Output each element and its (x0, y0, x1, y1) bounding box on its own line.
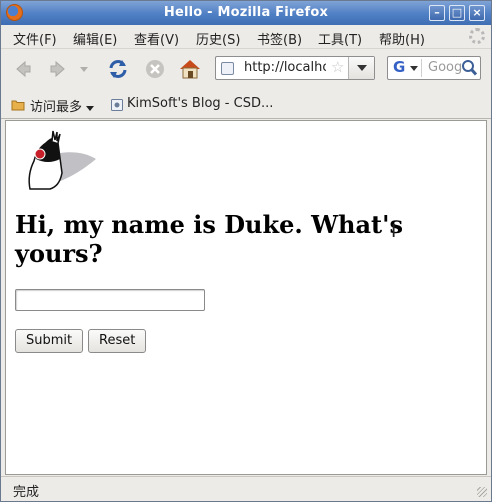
home-icon[interactable] (178, 57, 202, 81)
text-cursor-icon: I (391, 221, 397, 242)
search-bar[interactable]: G Google (387, 56, 481, 80)
forward-icon[interactable] (46, 57, 70, 81)
url-input[interactable]: http://localhost (244, 60, 326, 75)
menu-file[interactable]: 文件(F) (13, 29, 57, 48)
engine-dropdown-icon (410, 66, 418, 71)
browser-window: Hello - Mozilla Firefox – □ × 文件(F) 编辑(E… (0, 0, 492, 502)
menu-bookmarks[interactable]: 书签(B) (257, 29, 302, 48)
page-favicon-icon (221, 62, 234, 75)
page-heading: Hi, my name is Duke. What's yours? (15, 210, 403, 268)
minimize-icon[interactable]: – (429, 5, 445, 21)
name-input[interactable] (15, 289, 205, 311)
folder-icon (11, 97, 25, 111)
window-title: Hello - Mozilla Firefox (163, 5, 329, 20)
menu-bar: 文件(F) 编辑(E) 查看(V) 历史(S) 书签(B) 工具(T) 帮助(H… (1, 25, 491, 49)
menu-view[interactable]: 查看(V) (134, 29, 179, 48)
status-bar: 完成 (1, 476, 491, 501)
navigation-toolbar: http://localhost ☆ G Google (1, 49, 491, 89)
menu-help[interactable]: 帮助(H) (379, 29, 425, 48)
reload-icon[interactable] (106, 57, 130, 81)
menu-edit[interactable]: 编辑(E) (73, 29, 117, 48)
search-input[interactable]: Google (428, 60, 462, 75)
page-icon (110, 97, 124, 111)
address-bar[interactable]: http://localhost ☆ (215, 56, 375, 80)
duke-mascot-image (22, 129, 98, 191)
maximize-icon[interactable]: □ (449, 5, 465, 21)
chevron-down-icon[interactable] (85, 98, 99, 112)
activity-throbber-icon (469, 28, 485, 44)
title-bar[interactable]: Hello - Mozilla Firefox – □ × (1, 1, 491, 25)
bookmark-most-visited[interactable]: 访问最多 (30, 96, 82, 115)
stop-icon[interactable] (143, 57, 167, 81)
status-text: 完成 (13, 485, 40, 500)
search-engine-selector[interactable]: G (390, 58, 422, 77)
search-icon[interactable] (460, 58, 479, 78)
resize-grip-icon[interactable] (477, 487, 487, 497)
google-icon: G (393, 58, 406, 76)
page-content: Hi, my name is Duke. What's yours? I Sub… (5, 120, 487, 475)
close-icon[interactable]: × (469, 5, 485, 21)
menu-tools[interactable]: 工具(T) (318, 29, 362, 48)
reset-button[interactable]: Reset (88, 329, 147, 353)
bookmark-star-icon[interactable]: ☆ (331, 58, 344, 76)
url-dropdown-icon[interactable] (348, 57, 374, 79)
menu-history[interactable]: 历史(S) (196, 29, 240, 48)
submit-button[interactable]: Submit (15, 329, 84, 353)
back-icon[interactable] (11, 57, 35, 81)
bookmarks-toolbar: 访问最多 KimSoft's Blog - CSD... (1, 89, 491, 119)
bookmark-kimsoft-blog[interactable]: KimSoft's Blog - CSD... (127, 96, 273, 111)
history-dropdown-icon[interactable] (77, 57, 91, 81)
